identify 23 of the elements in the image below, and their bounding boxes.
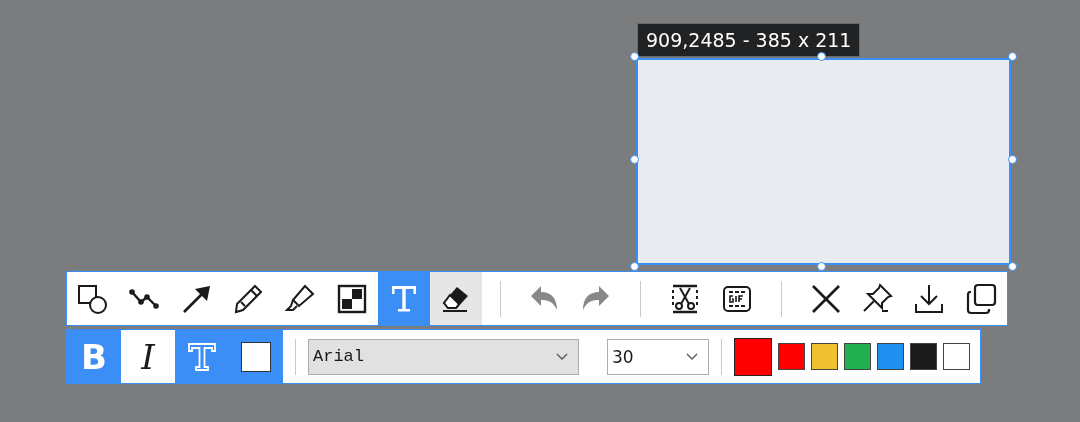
color-swatch[interactable] xyxy=(778,343,805,370)
current-color-swatch[interactable] xyxy=(734,337,772,376)
resize-handle[interactable] xyxy=(817,52,826,61)
resize-handle[interactable] xyxy=(1008,52,1017,61)
eraser-tool-button[interactable] xyxy=(429,272,482,325)
chevron-down-icon xyxy=(686,352,698,361)
resize-handle[interactable] xyxy=(1008,155,1017,164)
selection-size-label: 909,2485 - 385 x 211 xyxy=(637,23,861,57)
font-dropdown[interactable]: Arial xyxy=(308,338,579,375)
font-name: Arial xyxy=(313,347,364,366)
fill-button[interactable] xyxy=(229,330,283,383)
color-swatch[interactable] xyxy=(943,343,970,370)
color-swatch[interactable] xyxy=(910,343,937,370)
font-size-dropdown[interactable]: 30 xyxy=(607,338,709,375)
color-swatch[interactable] xyxy=(844,343,871,370)
resize-handle[interactable] xyxy=(630,52,639,61)
chevron-down-icon xyxy=(556,352,568,361)
color-swatch[interactable] xyxy=(877,343,904,370)
color-swatch[interactable] xyxy=(811,343,838,370)
fill-square-icon xyxy=(241,341,271,372)
resize-handle[interactable] xyxy=(630,155,639,164)
resize-handle[interactable] xyxy=(1008,262,1017,271)
font-size-value: 30 xyxy=(612,346,634,367)
